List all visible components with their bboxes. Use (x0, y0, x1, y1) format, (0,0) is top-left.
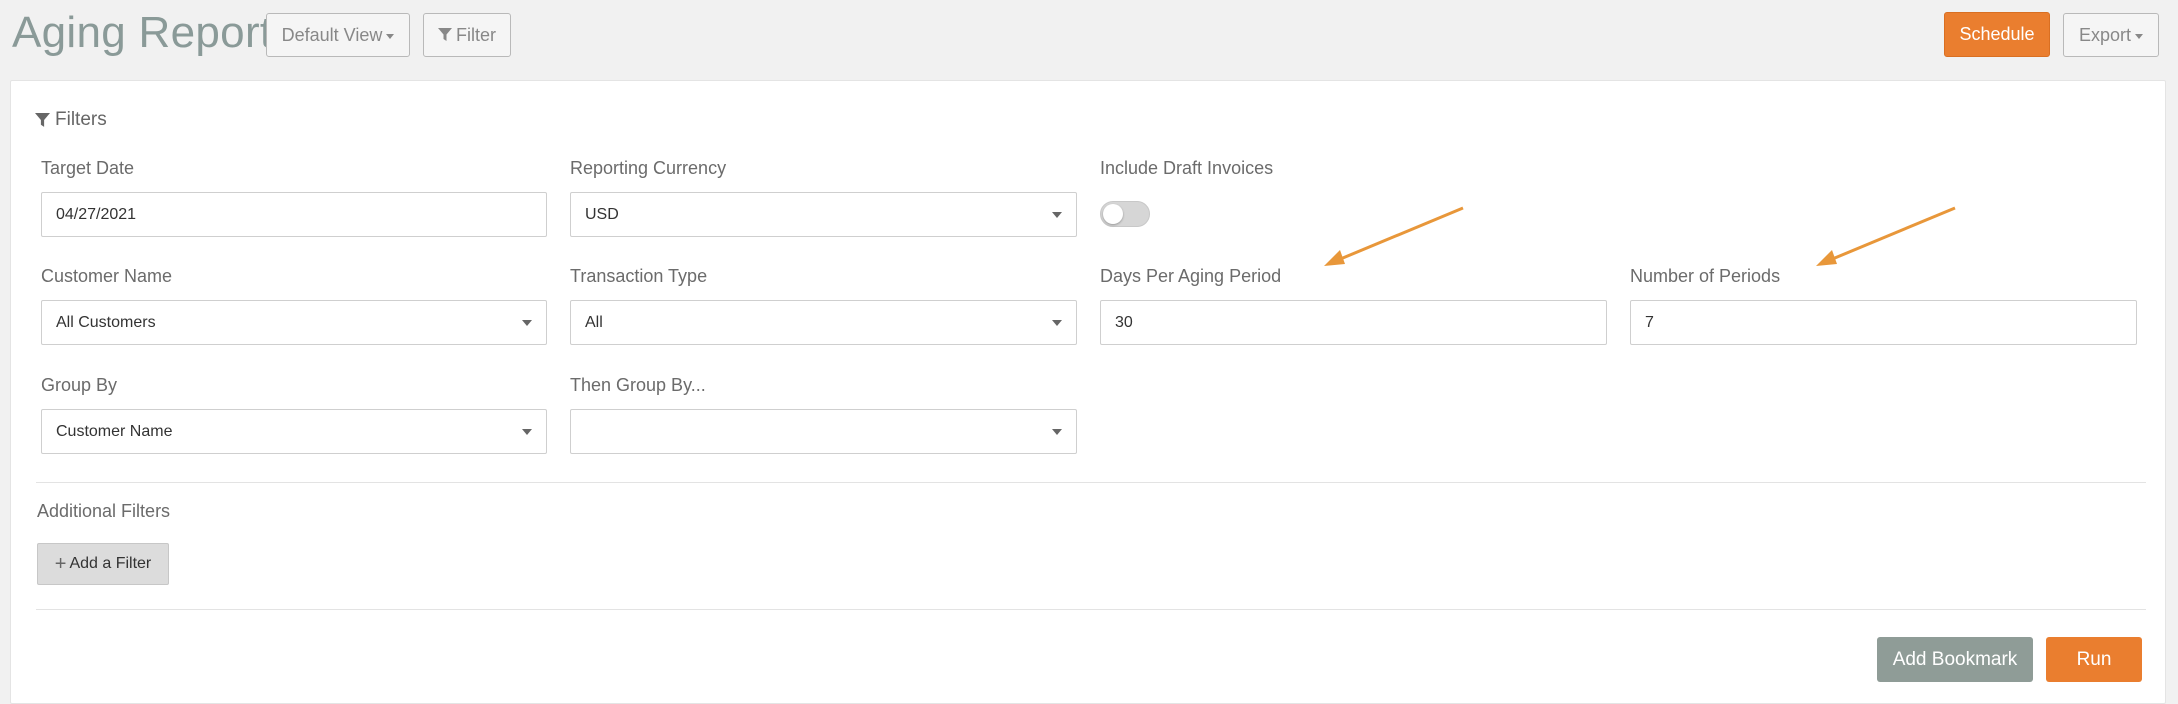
plus-icon: + (54, 553, 67, 575)
customer-name-select[interactable]: All Customers (41, 300, 547, 345)
toggle-knob (1103, 204, 1123, 224)
default-view-dropdown[interactable]: Default View (266, 13, 410, 57)
filters-heading: Filters (35, 109, 107, 131)
filter-button[interactable]: Filter (423, 13, 511, 57)
target-date-input[interactable]: 04/27/2021 (41, 192, 547, 237)
then-group-by-label: Then Group By... (570, 375, 706, 395)
page-title: Aging Report (12, 8, 273, 57)
add-bookmark-label: Add Bookmark (1892, 648, 2018, 670)
number-of-periods-label: Number of Periods (1630, 266, 1781, 286)
add-filter-label: Add a Filter (69, 555, 152, 572)
chevron-down-icon (522, 429, 532, 435)
export-dropdown[interactable]: Export (2063, 13, 2159, 57)
run-button[interactable]: Run (2046, 637, 2142, 682)
schedule-button-label: Schedule (1959, 24, 2035, 44)
transaction-type-value: All (585, 313, 603, 331)
chevron-down-icon (386, 34, 395, 39)
divider (36, 609, 2146, 610)
filters-panel: Filters Target Date 04/27/2021 Reporting… (10, 80, 2166, 704)
then-group-by-select[interactable] (570, 409, 1077, 454)
include-draft-label: Include Draft Invoices (1100, 158, 1274, 178)
chevron-down-icon (1052, 429, 1062, 435)
reporting-currency-value: USD (585, 205, 619, 223)
days-per-period-label: Days Per Aging Period (1100, 266, 1282, 286)
filters-heading-label: Filters (55, 109, 107, 130)
default-view-label: Default View (281, 24, 383, 45)
reporting-currency-label: Reporting Currency (570, 158, 727, 178)
include-draft-toggle[interactable] (1100, 201, 1150, 227)
reporting-currency-select[interactable]: USD (570, 192, 1077, 237)
divider (36, 482, 2146, 483)
customer-name-label: Customer Name (41, 266, 173, 286)
target-date-label: Target Date (41, 158, 135, 178)
run-button-label: Run (2076, 648, 2112, 670)
chevron-down-icon (1052, 212, 1062, 218)
chevron-down-icon (522, 320, 532, 326)
target-date-value: 04/27/2021 (56, 205, 137, 223)
additional-filters-heading: Additional Filters (37, 501, 171, 521)
filter-button-label: Filter (456, 24, 496, 45)
transaction-type-label: Transaction Type (570, 266, 708, 286)
schedule-button[interactable]: Schedule (1944, 12, 2050, 57)
days-per-period-value: 30 (1115, 313, 1133, 331)
chevron-down-icon (1052, 320, 1062, 326)
group-by-value: Customer Name (56, 422, 173, 440)
group-by-label: Group By (41, 375, 118, 395)
add-filter-button[interactable]: + Add a Filter (37, 543, 169, 585)
filter-icon (35, 112, 50, 127)
page-header: Aging Report Default View Filter Schedul… (0, 0, 2178, 72)
transaction-type-select[interactable]: All (570, 300, 1077, 345)
days-per-period-input[interactable]: 30 (1100, 300, 1607, 345)
group-by-select[interactable]: Customer Name (41, 409, 547, 454)
filter-icon (438, 28, 452, 41)
number-of-periods-input[interactable]: 7 (1630, 300, 2137, 345)
chevron-down-icon (2135, 34, 2144, 39)
export-label: Export (2078, 24, 2132, 45)
add-bookmark-button[interactable]: Add Bookmark (1877, 637, 2033, 682)
customer-name-value: All Customers (56, 313, 156, 331)
number-of-periods-value: 7 (1645, 313, 1654, 331)
